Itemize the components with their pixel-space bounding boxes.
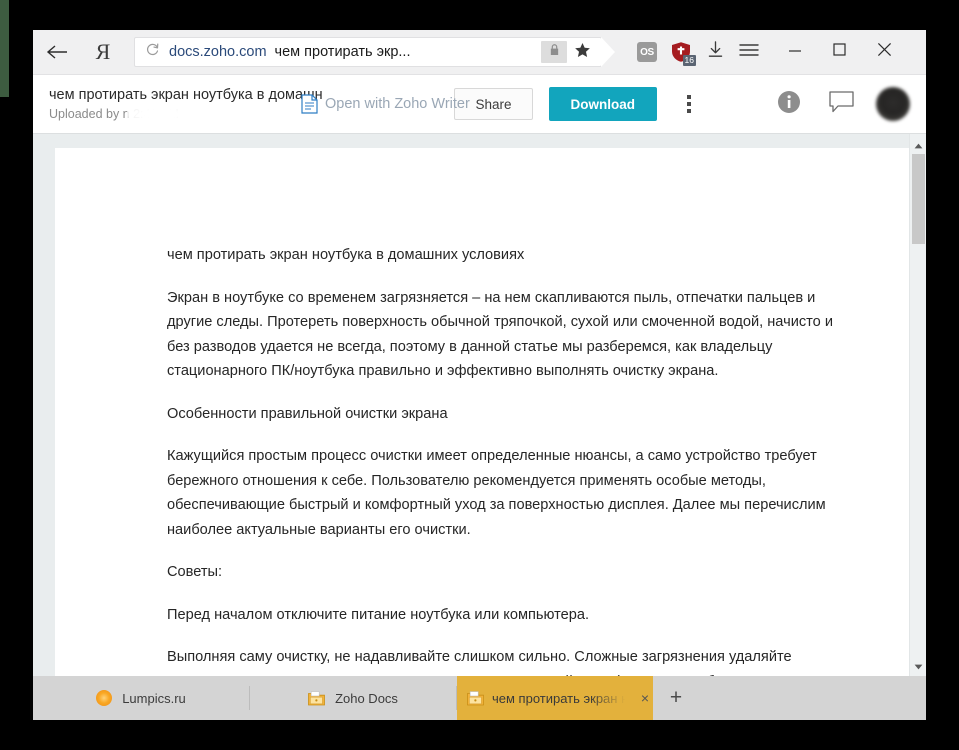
folder-favicon-icon xyxy=(308,690,325,706)
folder-favicon-icon xyxy=(467,690,484,706)
tab-label: чем протирать экран но xyxy=(492,690,628,706)
extension-icons: OS 16 xyxy=(630,34,766,70)
doc-paragraph: Советы: xyxy=(167,564,223,580)
browser-window: Я docs.zoho.com чем протирать экр... OS … xyxy=(33,30,926,720)
doc-paragraph: чем протирать экран ноутбука в домашних … xyxy=(167,247,525,263)
minimize-button[interactable] xyxy=(772,30,817,75)
reload-icon xyxy=(145,42,160,62)
addressbar-notch xyxy=(601,37,615,67)
vertical-scrollbar[interactable] xyxy=(909,134,926,676)
window-controls xyxy=(772,30,907,75)
open-with-label: Open with Zoho Writer xyxy=(325,96,470,112)
maximize-button[interactable] xyxy=(817,30,862,75)
site-security-button[interactable] xyxy=(541,41,567,63)
document-page: чем протирать экран ноутбука в домашних … xyxy=(55,148,909,676)
address-bar[interactable]: docs.zoho.com чем протирать экр... xyxy=(134,37,616,67)
reload-button[interactable] xyxy=(135,38,169,66)
adblock-count-badge: 16 xyxy=(682,55,696,66)
viewer-left-gutter xyxy=(33,134,55,676)
doc-paragraph: Перед началом отключите питание ноутбука… xyxy=(167,606,590,623)
lastfm-icon: OS xyxy=(637,42,657,62)
star-icon xyxy=(574,42,591,63)
scroll-down-button[interactable] xyxy=(910,657,927,674)
scrollbar-thumb[interactable] xyxy=(911,154,925,244)
lock-icon xyxy=(549,43,560,61)
hamburger-menu-icon xyxy=(739,43,759,62)
doc-paragraph: Экран в ноутбуке со временем загрязняетс… xyxy=(167,289,834,380)
scrollbar-track[interactable] xyxy=(911,154,925,656)
doc-paragraph: Особенности правильной очистки экрана xyxy=(167,405,448,422)
doc-paragraph: Выполняя саму очистку, не надавливайте с… xyxy=(167,649,817,676)
scroll-up-button[interactable] xyxy=(910,136,927,153)
back-arrow-icon xyxy=(46,44,68,60)
url-path-text: чем протирать экр... xyxy=(274,44,411,60)
scroll-up-arrow-icon xyxy=(914,136,923,154)
maximize-icon xyxy=(833,43,846,61)
document-actions: Share Download xyxy=(454,84,910,124)
comment-icon xyxy=(829,90,854,118)
close-icon xyxy=(877,42,892,62)
more-options-button[interactable] xyxy=(669,84,709,124)
doc-paragraph: Кажущийся простым процесс очистки имеет … xyxy=(167,448,826,538)
comments-button[interactable] xyxy=(829,90,854,118)
kebab-dot xyxy=(687,109,691,113)
address-bar-actions xyxy=(541,38,601,66)
open-with-zoho-writer-link[interactable]: Open with Zoho Writer xyxy=(301,94,470,114)
yandex-logo[interactable]: Я xyxy=(81,30,125,75)
redacted-username-blur xyxy=(127,104,195,124)
kebab-dot xyxy=(687,95,691,99)
extension-lastfm-button[interactable]: OS xyxy=(630,34,664,70)
close-button[interactable] xyxy=(862,30,907,75)
minimize-icon xyxy=(788,43,802,61)
avatar[interactable] xyxy=(876,87,910,121)
tab-close-icon[interactable]: × xyxy=(641,691,653,705)
desktop-background-edge xyxy=(0,0,9,97)
document-viewer: чем протирать экран ноутбука в домашних … xyxy=(33,133,926,676)
document-title-block: чем протирать экран ноутбука в домашн Up… xyxy=(49,85,323,124)
lumpics-favicon-icon xyxy=(96,690,113,706)
download-icon xyxy=(706,40,725,64)
document-title: чем протирать экран ноутбука в домашн xyxy=(49,87,323,103)
tab-label: Lumpics.ru xyxy=(122,690,186,706)
tab-label: Zoho Docs xyxy=(335,690,398,706)
tab-strip-empty-area xyxy=(699,676,926,720)
browser-toolbar: Я docs.zoho.com чем протирать экр... OS … xyxy=(33,30,926,75)
tab-strip: Lumpics.ru Zoho Docs чем протирать экран… xyxy=(33,676,926,720)
shield-icon: 16 xyxy=(670,41,696,66)
bookmark-button[interactable] xyxy=(567,38,597,66)
info-icon xyxy=(777,90,801,119)
browser-menu-button[interactable] xyxy=(732,34,766,70)
tab-lumpics[interactable]: Lumpics.ru xyxy=(33,676,249,720)
url-domain-text: docs.zoho.com xyxy=(169,44,267,60)
tab-zoho-docs[interactable]: Zoho Docs xyxy=(250,676,456,720)
downloads-button[interactable] xyxy=(698,34,732,70)
new-tab-button[interactable]: + xyxy=(653,676,699,720)
info-button[interactable] xyxy=(777,90,801,119)
tab-active-document[interactable]: чем протирать экран но × xyxy=(457,676,653,720)
document-header: чем протирать экран ноутбука в домашн Up… xyxy=(33,75,926,133)
kebab-dot xyxy=(687,102,691,106)
extension-adblock-button[interactable]: 16 xyxy=(664,34,698,70)
back-button[interactable] xyxy=(33,30,81,75)
document-upload-info: Uploaded by n 2:46 AM xyxy=(49,104,323,124)
download-button[interactable]: Download xyxy=(548,87,657,121)
scroll-down-arrow-icon xyxy=(914,657,923,675)
document-icon xyxy=(301,94,318,114)
